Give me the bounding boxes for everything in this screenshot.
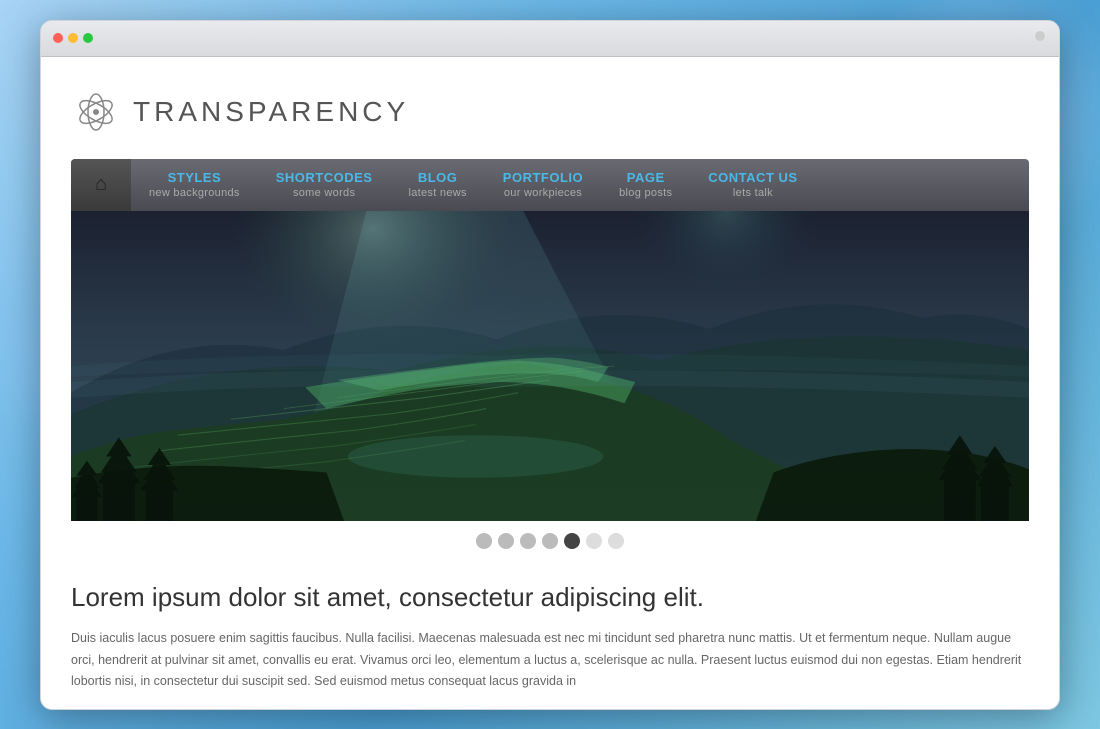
slider-dots <box>71 521 1029 561</box>
slider-dot-4[interactable] <box>542 533 558 549</box>
slider-dot-5[interactable] <box>564 533 580 549</box>
nav-item-page[interactable]: PAGE blog posts <box>601 159 690 211</box>
browser-chrome <box>41 21 1059 57</box>
nav-contact-sub: lets talk <box>733 187 773 199</box>
nav-contact-title: CONTACT US <box>708 170 797 187</box>
slider-dot-2[interactable] <box>498 533 514 549</box>
nav-blog-title: BLOG <box>418 170 458 187</box>
nav-item-portfolio[interactable]: PORTFOLIO our workpieces <box>485 159 601 211</box>
slider-image <box>71 211 1029 521</box>
slider-dot-6[interactable] <box>586 533 602 549</box>
nav-item-styles[interactable]: STYLES new backgrounds <box>131 159 258 211</box>
logo-icon <box>71 87 121 137</box>
nav-portfolio-sub: our workpieces <box>504 187 582 199</box>
slider-container <box>71 211 1029 521</box>
slider-dot-3[interactable] <box>520 533 536 549</box>
navigation-bar: ⌂ STYLES new backgrounds SHORTCODES some… <box>71 159 1029 211</box>
nav-shortcodes-title: SHORTCODES <box>276 170 373 187</box>
home-icon: ⌂ <box>95 173 107 196</box>
minimize-button[interactable] <box>68 33 78 43</box>
slider-dot-1[interactable] <box>476 533 492 549</box>
nav-portfolio-title: PORTFOLIO <box>503 170 583 187</box>
nav-blog-sub: latest news <box>408 187 466 199</box>
maximize-button[interactable] <box>83 33 93 43</box>
nav-item-shortcodes[interactable]: SHORTCODES some words <box>258 159 391 211</box>
browser-frame: TRANSPARENCY ⌂ STYLES new backgrounds SH… <box>40 20 1060 710</box>
close-button[interactable] <box>53 33 63 43</box>
content-heading: Lorem ipsum dolor sit amet, consectetur … <box>71 581 1024 615</box>
nav-styles-sub: new backgrounds <box>149 187 240 199</box>
nav-item-contact[interactable]: CONTACT US lets talk <box>690 159 815 211</box>
browser-indicator <box>1035 31 1045 41</box>
site-title: TRANSPARENCY <box>133 96 409 128</box>
nav-item-blog[interactable]: BLOG latest news <box>390 159 484 211</box>
slider-dot-7[interactable] <box>608 533 624 549</box>
nav-items: STYLES new backgrounds SHORTCODES some w… <box>131 159 1029 211</box>
website-wrapper: TRANSPARENCY ⌂ STYLES new backgrounds SH… <box>41 57 1059 709</box>
site-header: TRANSPARENCY <box>71 77 1029 147</box>
nav-page-sub: blog posts <box>619 187 672 199</box>
home-nav-button[interactable]: ⌂ <box>71 159 131 211</box>
nav-shortcodes-sub: some words <box>293 187 355 199</box>
nav-styles-title: STYLES <box>168 170 222 187</box>
content-body: Duis iaculis lacus posuere enim sagittis… <box>71 628 1024 692</box>
nav-page-title: PAGE <box>627 170 665 187</box>
main-content: Lorem ipsum dolor sit amet, consectetur … <box>71 561 1029 709</box>
browser-content: TRANSPARENCY ⌂ STYLES new backgrounds SH… <box>41 57 1059 709</box>
